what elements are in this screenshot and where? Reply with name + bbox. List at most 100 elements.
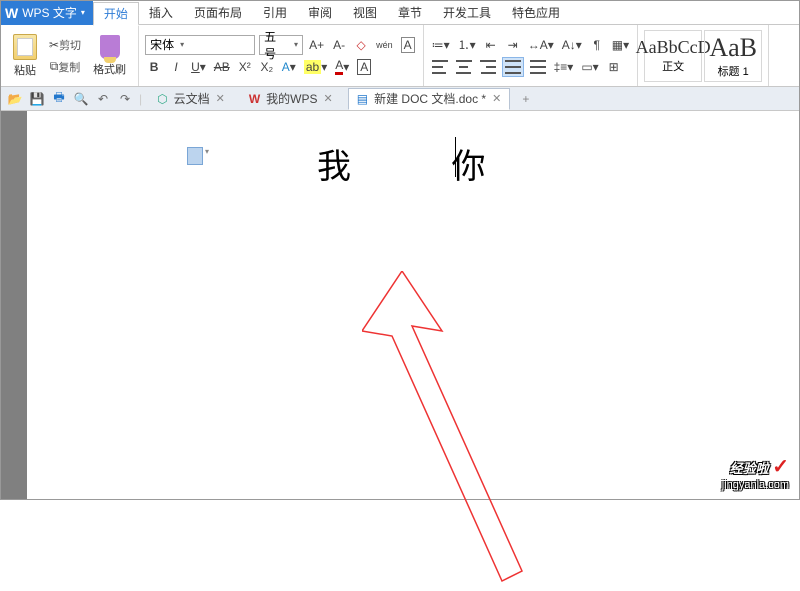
print-icon[interactable]: 🖶 xyxy=(51,91,67,107)
cut-button[interactable]: ✂ 剪切 xyxy=(47,35,83,55)
redo-icon[interactable]: ↷ xyxy=(117,91,133,107)
save-icon[interactable]: 💾 xyxy=(29,91,45,107)
document-text: 我 你 xyxy=(317,139,532,188)
doc-tab-current[interactable]: ▤ 新建 DOC 文档.doc * ✕ xyxy=(348,88,511,110)
tab-home[interactable]: 开始 xyxy=(93,2,139,26)
highlight-button[interactable]: ab▾ xyxy=(302,57,329,77)
italic-button[interactable]: I xyxy=(167,57,185,77)
bold-icon: B xyxy=(150,60,159,74)
check-icon: ✓ xyxy=(772,456,789,478)
font-family-combo[interactable]: 宋体▾ xyxy=(145,35,255,55)
paste-button[interactable]: 粘贴 xyxy=(7,32,43,80)
doc-tab-mywps[interactable]: W 我的WPS ✕ xyxy=(240,88,342,110)
scale-icon: ↔A xyxy=(528,38,548,52)
text-cursor xyxy=(455,137,456,177)
decrease-font-button[interactable]: A- xyxy=(330,35,348,55)
sort-button[interactable]: A↓▾ xyxy=(560,35,584,55)
doc-tab-label: 新建 DOC 文档.doc * xyxy=(374,90,486,107)
chevron-down-icon: ▾ xyxy=(576,38,582,52)
chevron-down-icon[interactable]: ▾ xyxy=(205,147,209,156)
align-left-button[interactable] xyxy=(430,57,450,77)
copy-icon: ⧉ xyxy=(50,59,59,74)
underline-button[interactable]: U▾ xyxy=(189,57,208,77)
style-normal[interactable]: AaBbCcD 正文 xyxy=(644,30,702,82)
scissors-icon: ✂ xyxy=(49,38,59,52)
subscript-icon: X₂ xyxy=(260,60,273,74)
show-marks-button[interactable]: ¶ xyxy=(588,35,606,55)
numbering-icon: ⒈ xyxy=(458,36,470,53)
tab-developer[interactable]: 开发工具 xyxy=(433,1,502,25)
char-border-button[interactable]: A xyxy=(355,57,373,77)
section-icon[interactable] xyxy=(187,147,203,165)
paste-icon xyxy=(13,34,37,60)
distribute-button[interactable] xyxy=(528,57,548,77)
phonetic-guide-button[interactable]: wén xyxy=(374,35,395,55)
increase-font-button[interactable]: A+ xyxy=(307,35,326,55)
clear-formatting-button[interactable]: ◇ xyxy=(352,35,370,55)
tab-view[interactable]: 视图 xyxy=(343,1,388,25)
align-justify-icon xyxy=(505,60,521,74)
brush-icon xyxy=(100,35,120,59)
close-icon[interactable]: ✕ xyxy=(324,92,333,105)
font-color-button[interactable]: A▾ xyxy=(333,57,351,77)
style-heading1[interactable]: AaB 标题 1 xyxy=(704,30,762,82)
document-page[interactable]: ▾ 我 你 xyxy=(27,111,799,499)
chevron-down-icon: ▾ xyxy=(470,38,476,52)
watermark-url: jingyanla.com xyxy=(722,479,789,491)
new-tab-button[interactable]: + xyxy=(516,92,535,106)
line-spacing-button[interactable]: ‡≡▾ xyxy=(552,57,576,77)
bullets-icon: ≔ xyxy=(432,38,444,52)
copy-button[interactable]: ⧉ 复制 xyxy=(47,57,83,77)
bold-button[interactable]: B xyxy=(145,57,163,77)
shading-button[interactable]: ▭▾ xyxy=(579,57,600,77)
char-box-icon: A xyxy=(401,37,415,53)
close-icon[interactable]: ✕ xyxy=(216,92,225,105)
shading-icon: ▭ xyxy=(581,60,592,74)
outdent-icon: ⇤ xyxy=(486,38,496,52)
strikethrough-button[interactable]: AB xyxy=(212,57,232,77)
tabs-button[interactable]: ⊞ xyxy=(605,57,623,77)
app-dropdown-icon: ▾ xyxy=(81,8,85,17)
align-center-button[interactable] xyxy=(454,57,474,77)
text-effects-button[interactable]: A▾ xyxy=(280,57,298,77)
align-right-button[interactable] xyxy=(478,57,498,77)
numbering-button[interactable]: ⒈▾ xyxy=(456,35,478,55)
style-label: 标题 1 xyxy=(718,63,749,79)
tab-review[interactable]: 审阅 xyxy=(298,1,343,25)
annotation-arrow xyxy=(362,271,582,591)
a-plus-icon: A+ xyxy=(309,38,324,52)
border-icon: A xyxy=(357,59,371,75)
tab-section[interactable]: 章节 xyxy=(388,1,433,25)
app-badge[interactable]: W WPS 文字 ▾ xyxy=(1,1,93,25)
borders-button[interactable]: ▦▾ xyxy=(610,35,631,55)
align-justify-button[interactable] xyxy=(502,57,524,77)
copy-label: 复制 xyxy=(58,59,80,75)
open-icon[interactable]: 📂 xyxy=(7,91,23,107)
doc-tab-label: 云文档 xyxy=(174,90,210,107)
tab-label: 插入 xyxy=(149,4,173,21)
char-scale-button[interactable]: ↔A▾ xyxy=(526,35,556,55)
tab-insert[interactable]: 插入 xyxy=(139,1,184,25)
style-preview: AaBbCcD xyxy=(636,37,711,58)
style-label: 正文 xyxy=(662,58,684,74)
subscript-button[interactable]: X₂ xyxy=(258,57,276,77)
indent-button[interactable]: ⇥ xyxy=(504,35,522,55)
doc-tab-cloud[interactable]: ⬡ 云文档 ✕ xyxy=(148,88,234,110)
separator: | xyxy=(139,92,142,106)
tab-special[interactable]: 特色应用 xyxy=(502,1,571,25)
tab-page-layout[interactable]: 页面布局 xyxy=(184,1,253,25)
bullets-button[interactable]: ≔▾ xyxy=(430,35,452,55)
cut-label: 剪切 xyxy=(59,37,81,53)
print-preview-icon[interactable]: 🔍 xyxy=(73,91,89,107)
char-shading-button[interactable]: A xyxy=(399,35,417,55)
pinyin-icon: wén xyxy=(376,40,393,50)
close-icon[interactable]: ✕ xyxy=(492,92,501,105)
outdent-button[interactable]: ⇤ xyxy=(482,35,500,55)
align-left-icon xyxy=(432,60,448,74)
format-painter-button[interactable]: 格式刷 xyxy=(87,33,132,79)
superscript-button[interactable]: X² xyxy=(236,57,254,77)
undo-icon[interactable]: ↶ xyxy=(95,91,111,107)
tab-references[interactable]: 引用 xyxy=(253,1,298,25)
font-size-combo[interactable]: 五号▾ xyxy=(259,35,303,55)
indent-icon: ⇥ xyxy=(508,38,518,52)
